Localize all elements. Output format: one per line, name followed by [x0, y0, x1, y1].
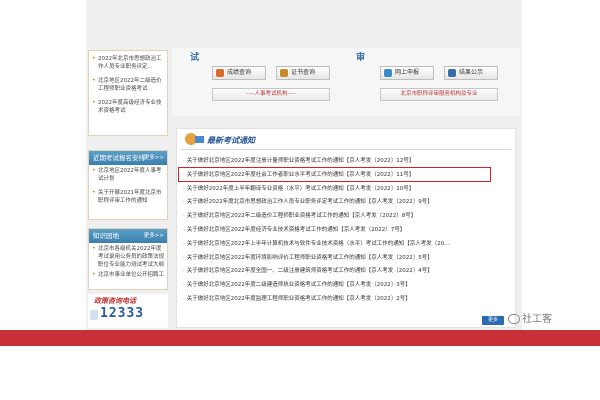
score-query-button[interactable]: 成绩查询	[212, 66, 266, 80]
dot-icon: ·	[183, 213, 185, 220]
result-notice-button[interactable]: 结果公示	[444, 66, 498, 80]
dot-icon: ·	[183, 240, 185, 247]
notice-icon	[448, 69, 456, 77]
quick-links: 试 审 成绩查询 证书查询 网上申报 结果公示 ----人事考试机构---- 北…	[172, 48, 520, 116]
exam-agency-button[interactable]: ----人事考试机构----	[212, 88, 330, 101]
list-item[interactable]: • 北京市事业单位公开招聘工	[92, 271, 164, 279]
news-title: 最新考试通知	[207, 136, 255, 145]
dot-icon: ·	[183, 185, 185, 192]
news-more-link[interactable]: 更多	[482, 316, 504, 325]
footer-bar	[0, 330, 600, 346]
list-item[interactable]: • 北京地区2022年二级造价工程师职业资格考试	[92, 77, 164, 93]
bullet-icon: •	[92, 167, 96, 174]
hotline-number: 12333	[100, 306, 145, 321]
dot-icon: ·	[183, 254, 185, 261]
screenshot-frame: • 2022年北京市思想政治工作人员专业职务评定... • 北京地区2022年二级造…	[0, 0, 600, 400]
list-item[interactable]: • 2022年北京市思想政治工作人员专业职务评定...	[92, 55, 164, 71]
bullet-icon: •	[92, 271, 96, 278]
dot-icon: ·	[183, 268, 185, 275]
news-item[interactable]: · 关于做好2022年度上半年翻译专业资格（水平）考试工作的通知【京人考发〔202…	[183, 183, 513, 197]
news-item[interactable]: · 关于做好北京地区2022年度全国一、二级注册建筑师资格考试工作的通知【京人考发…	[183, 265, 513, 279]
news-item[interactable]: · 关于做好北京地区2022年度监理工程师职业资格考试工作的通知【京人考发〔202…	[183, 293, 513, 307]
hotline-box: 政策咨询电话 12333	[88, 294, 168, 328]
knowledge-more-link[interactable]: 更多>>	[144, 229, 164, 243]
phone-icon	[90, 310, 98, 320]
left-margin	[0, 0, 86, 330]
bullet-icon: •	[92, 77, 96, 84]
section-char: 试	[190, 53, 200, 63]
knowledge-box: 知识园地 更多>> • 北京市各级机关2022年度考试录用公务员的政策法规职位专业…	[88, 228, 168, 290]
bullet-icon: •	[92, 99, 96, 106]
online-apply-button[interactable]: 网上申报	[380, 66, 434, 80]
left-sidebar: • 2022年北京市思想政治工作人员专业职务评定... • 北京地区2022年二级造…	[86, 0, 170, 330]
recent-exams-box: 近期考试报名安排 更多>> • 北京地区2022年度人事考试计划 • 关于开展202…	[88, 150, 168, 220]
computer-icon	[384, 69, 392, 77]
news-title-icon	[185, 133, 204, 145]
certificate-query-button[interactable]: 证书查询	[276, 66, 330, 80]
wechat-icon	[508, 314, 520, 324]
dot-icon: ·	[183, 199, 185, 206]
bullet-icon: •	[92, 189, 96, 196]
bottom-margin	[0, 346, 600, 400]
news-item[interactable]: · 关于做好北京地区2022年上半年计算机技术与软件专业技术资格（水平）考试工作的…	[183, 238, 513, 252]
latest-notices-panel: 最新考试通知 · 关于做好北京地区2022年度注册计量师职业资格考试工作的通知【京…	[176, 128, 516, 328]
title-review-agency-button[interactable]: 北京市职称评审服务机构及专业	[380, 88, 498, 101]
bullet-icon: •	[92, 245, 96, 252]
knowledge-header: 知识园地 更多>>	[89, 229, 167, 243]
list-item[interactable]: • 北京市各级机关2022年度考试录用公务员的政策法规职位专业能力测试考试大纲	[92, 245, 164, 269]
list-item[interactable]: • 2022年度高级经济专业技术资格考试	[92, 99, 164, 115]
dot-icon: ·	[183, 158, 185, 164]
dot-icon: ·	[183, 295, 185, 302]
certificate-icon	[280, 69, 288, 77]
news-item[interactable]: · 关于做好北京地区2022年度经济专业技术资格考试工作的通知【京人考发〔2022…	[183, 224, 513, 238]
bullet-icon: •	[92, 55, 96, 62]
news-item[interactable]: · 关于做好2022年度北京市思想政治工作人员专业职务评定考试工作的通知【京人考发…	[183, 196, 513, 210]
section-char: 审	[356, 53, 366, 63]
divider	[181, 149, 511, 150]
recent-exams-header: 近期考试报名安排 更多>>	[89, 151, 167, 165]
dot-icon: ·	[183, 282, 185, 289]
news-item[interactable]: · 关于做好北京地区2022年度环境影响评价工程师职业资格考试工作的通知【京人考发…	[183, 252, 513, 266]
list-item[interactable]: • 关于开展2021年度北京市职称评审工作的通知	[92, 189, 164, 205]
recent-more-link[interactable]: 更多>>	[144, 151, 164, 165]
list-item[interactable]: • 北京地区2022年度人事考试计划	[92, 167, 164, 183]
news-item[interactable]: · 关于做好北京地区2022年二级造价工程师职业资格考试工作的通知【京人考发〔20…	[183, 210, 513, 224]
score-icon	[216, 69, 224, 77]
hotline-label: 政策咨询电话	[94, 297, 136, 305]
exam-list-box: • 2022年北京市思想政治工作人员专业职务评定... • 北京地区2022年二级造…	[88, 50, 168, 136]
right-margin	[522, 0, 600, 330]
news-item[interactable]: · 关于做好北京地区2022年度二级建造师执业资格考试工作的通知【京人考发〔202…	[183, 279, 513, 293]
dot-icon: ·	[183, 226, 185, 233]
watermark: 社工客	[508, 310, 552, 325]
highlight-box	[178, 167, 491, 182]
